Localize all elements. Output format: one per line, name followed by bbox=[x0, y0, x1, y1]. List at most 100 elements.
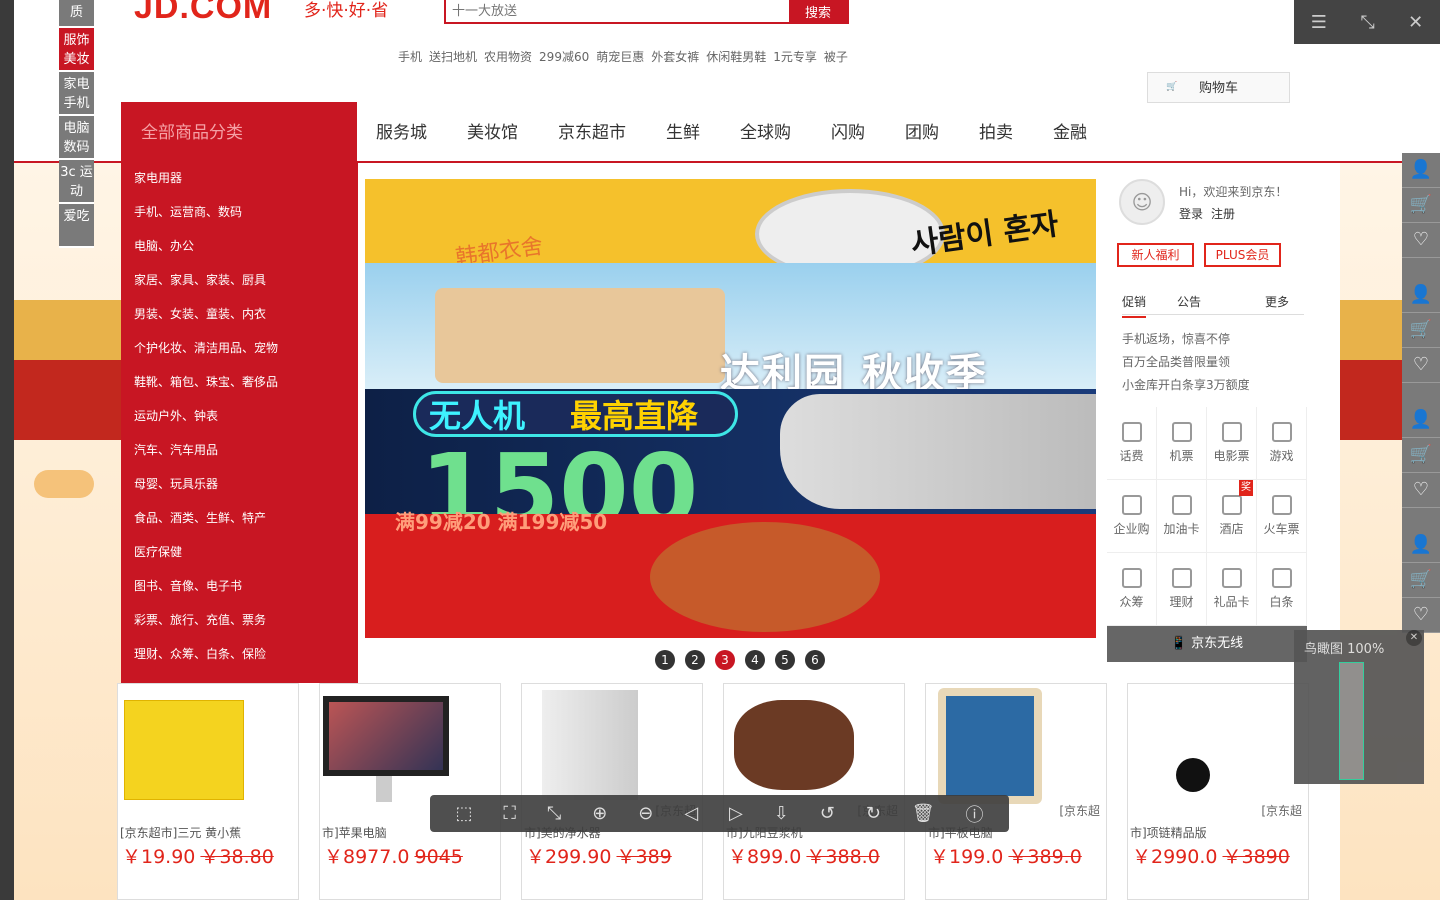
service-baitiao[interactable]: 白条 bbox=[1257, 553, 1307, 626]
category-item[interactable]: 个护化妆、清洁用品、宠物 bbox=[121, 337, 358, 371]
promo-carousel[interactable]: 韩都衣舍 사람이 혼자 达利园 秋收季 无人机 最高直降 1500 满99减20… bbox=[365, 179, 1096, 638]
tab-notice[interactable]: 公告 bbox=[1177, 293, 1201, 310]
avatar[interactable]: ☺ bbox=[1119, 179, 1165, 225]
tab-promo[interactable]: 促销 bbox=[1122, 293, 1147, 318]
carousel-dot[interactable]: 1 bbox=[655, 650, 675, 670]
carousel-dot[interactable]: 5 bbox=[775, 650, 795, 670]
product-card[interactable]: [京东超 市]项链精品版 ￥2990.0 ￥3890 bbox=[1127, 683, 1309, 900]
user-icon[interactable]: 👤 bbox=[1402, 278, 1440, 313]
download-icon[interactable]: ⇩ bbox=[774, 803, 789, 824]
category-item[interactable]: 医疗保健 bbox=[121, 541, 358, 575]
service-crowdfund[interactable]: 众筹 bbox=[1107, 553, 1157, 626]
service-fuel-card[interactable]: 加油卡 bbox=[1157, 480, 1207, 553]
category-item[interactable]: 家电用器 bbox=[121, 167, 358, 201]
close-icon[interactable]: ✕ bbox=[1408, 12, 1423, 33]
info-icon[interactable]: ⓘ bbox=[965, 801, 983, 827]
user-icon[interactable]: 👤 bbox=[1402, 403, 1440, 438]
service-gift-card[interactable]: 礼品卡 bbox=[1207, 553, 1257, 626]
left-tab[interactable]: 3c 运动 bbox=[59, 160, 94, 204]
nav-link[interactable]: 闪购 bbox=[831, 102, 865, 164]
nav-link[interactable]: 生鲜 bbox=[666, 102, 700, 164]
left-tab[interactable]: 爱吃 bbox=[59, 204, 94, 248]
product-card[interactable]: [京东超 市]平板电脑 ￥199.0 ￥389.0 bbox=[925, 683, 1107, 900]
category-item[interactable]: 理财、众筹、白条、保险 bbox=[121, 643, 358, 677]
search-button[interactable]: 搜索 bbox=[789, 0, 847, 22]
service-enterprise[interactable]: 企业购 bbox=[1107, 480, 1157, 553]
zoom-in-icon[interactable]: ⊕ bbox=[592, 803, 607, 824]
service-game[interactable]: 游戏 bbox=[1257, 407, 1307, 480]
product-card[interactable]: 市]苹果电脑 ￥8977.0 9045 bbox=[319, 683, 501, 900]
new-user-benefit-button[interactable]: 新人福利 bbox=[1117, 243, 1194, 267]
register-link[interactable]: 注册 bbox=[1211, 205, 1235, 222]
hotword-link[interactable]: 被子 bbox=[824, 48, 848, 65]
heart-icon[interactable]: ♡ bbox=[1402, 223, 1440, 258]
menu-icon[interactable]: ☰ bbox=[1311, 12, 1327, 33]
service-movie[interactable]: 电影票 bbox=[1207, 407, 1257, 480]
category-item[interactable]: 鞋靴、箱包、珠宝、奢侈品 bbox=[121, 371, 358, 405]
carousel-dot[interactable]: 4 bbox=[745, 650, 765, 670]
promo-item[interactable]: 手机返场，惊喜不停 bbox=[1122, 328, 1250, 351]
plus-member-button[interactable]: PLUS会员 bbox=[1204, 243, 1281, 267]
service-hotel[interactable]: 奖酒店 bbox=[1207, 480, 1257, 553]
service-flight[interactable]: 机票 bbox=[1157, 407, 1207, 480]
category-item[interactable]: 食品、酒类、生鲜、特产 bbox=[121, 507, 358, 541]
category-item[interactable]: 汽车、汽车用品 bbox=[121, 439, 358, 473]
hotword-link[interactable]: 手机 bbox=[398, 48, 422, 65]
user-icon[interactable]: 👤 bbox=[1402, 528, 1440, 563]
service-finance[interactable]: 理财 bbox=[1157, 553, 1207, 626]
user-icon[interactable]: 👤 bbox=[1402, 153, 1440, 188]
category-item[interactable]: 家居、家具、家装、厨具 bbox=[121, 269, 358, 303]
all-categories-button[interactable]: 全部商品分类 bbox=[121, 102, 357, 163]
service-phone-bill[interactable]: 话费 bbox=[1107, 407, 1157, 480]
next-icon[interactable]: ▷ bbox=[729, 803, 743, 824]
carousel-dot-active[interactable]: 3 bbox=[715, 650, 735, 670]
service-train[interactable]: 火车票 bbox=[1257, 480, 1307, 553]
login-link[interactable]: 登录 bbox=[1179, 205, 1203, 222]
product-card[interactable]: [京东超市]三元 黄小蕉 ￥19.90 ￥38.80 bbox=[117, 683, 299, 900]
nav-link[interactable]: 全球购 bbox=[740, 102, 791, 164]
hotword-link[interactable]: 休闲鞋男鞋 bbox=[706, 48, 766, 65]
cart-button[interactable]: 🛒 购物车 bbox=[1147, 72, 1290, 103]
hotword-link[interactable]: 1元专享 bbox=[773, 48, 817, 65]
search-input[interactable] bbox=[446, 0, 789, 22]
nav-link[interactable]: 服务城 bbox=[376, 102, 427, 164]
shrink-icon[interactable]: ⤡ bbox=[1360, 12, 1374, 33]
jd-logo[interactable]: JD.COM bbox=[134, 0, 272, 27]
cart-icon[interactable]: 🛒 bbox=[1402, 188, 1440, 223]
category-item[interactable]: 母婴、玩具乐器 bbox=[121, 473, 358, 507]
cart-icon[interactable]: 🛒 bbox=[1402, 563, 1440, 598]
delete-icon[interactable]: 🗑 bbox=[912, 803, 935, 824]
zoom-out-icon[interactable]: ⊖ bbox=[638, 803, 653, 824]
nav-link[interactable]: 美妆馆 bbox=[467, 102, 518, 164]
crop-icon[interactable]: ⬚ bbox=[455, 803, 472, 824]
nav-link[interactable]: 金融 bbox=[1053, 102, 1087, 164]
heart-icon[interactable]: ♡ bbox=[1402, 598, 1440, 633]
left-tab[interactable]: 电脑数码 bbox=[59, 116, 94, 160]
category-item[interactable]: 运动户外、钟表 bbox=[121, 405, 358, 439]
cart-icon[interactable]: 🛒 bbox=[1402, 438, 1440, 473]
birdseye-minimap[interactable] bbox=[1339, 662, 1364, 780]
hotword-link[interactable]: 农用物资 bbox=[484, 48, 532, 65]
left-tab-active[interactable]: 服饰美妆 bbox=[59, 28, 94, 72]
jd-wireless-button[interactable]: 📱 京东无线 bbox=[1107, 626, 1307, 662]
category-item[interactable]: 手机、运营商、数码 bbox=[121, 201, 358, 235]
product-card[interactable]: [京东超 市]九阳豆浆机 ￥899.0￥388.0 bbox=[723, 683, 905, 900]
rotate-right-icon[interactable]: ↻ bbox=[866, 803, 881, 824]
close-icon[interactable]: ✕ bbox=[1406, 630, 1422, 646]
collapse-icon[interactable]: ⤡ bbox=[547, 803, 561, 824]
rotate-left-icon[interactable]: ↺ bbox=[820, 803, 835, 824]
product-card[interactable]: [京东超 市]美的净水器 ￥299.90￥389 bbox=[521, 683, 703, 900]
promo-item[interactable]: 小金库开白条享3万额度 bbox=[1122, 374, 1250, 397]
nav-link[interactable]: 拍卖 bbox=[979, 102, 1013, 164]
category-item[interactable]: 男装、女装、童装、内衣 bbox=[121, 303, 358, 337]
nav-link[interactable]: 京东超市 bbox=[558, 102, 626, 164]
prev-icon[interactable]: ◁ bbox=[684, 803, 698, 824]
left-tab[interactable]: 质 bbox=[59, 0, 94, 28]
left-tab[interactable]: 家电手机 bbox=[59, 72, 94, 116]
fit-icon[interactable]: ⛶ bbox=[503, 803, 516, 824]
cart-icon[interactable]: 🛒 bbox=[1402, 313, 1440, 348]
tab-more[interactable]: 更多 bbox=[1265, 293, 1289, 310]
promo-item[interactable]: 百万全品类普限量领 bbox=[1122, 351, 1250, 374]
category-item[interactable]: 彩票、旅行、充值、票务 bbox=[121, 609, 358, 643]
category-item[interactable]: 电脑、办公 bbox=[121, 235, 358, 269]
